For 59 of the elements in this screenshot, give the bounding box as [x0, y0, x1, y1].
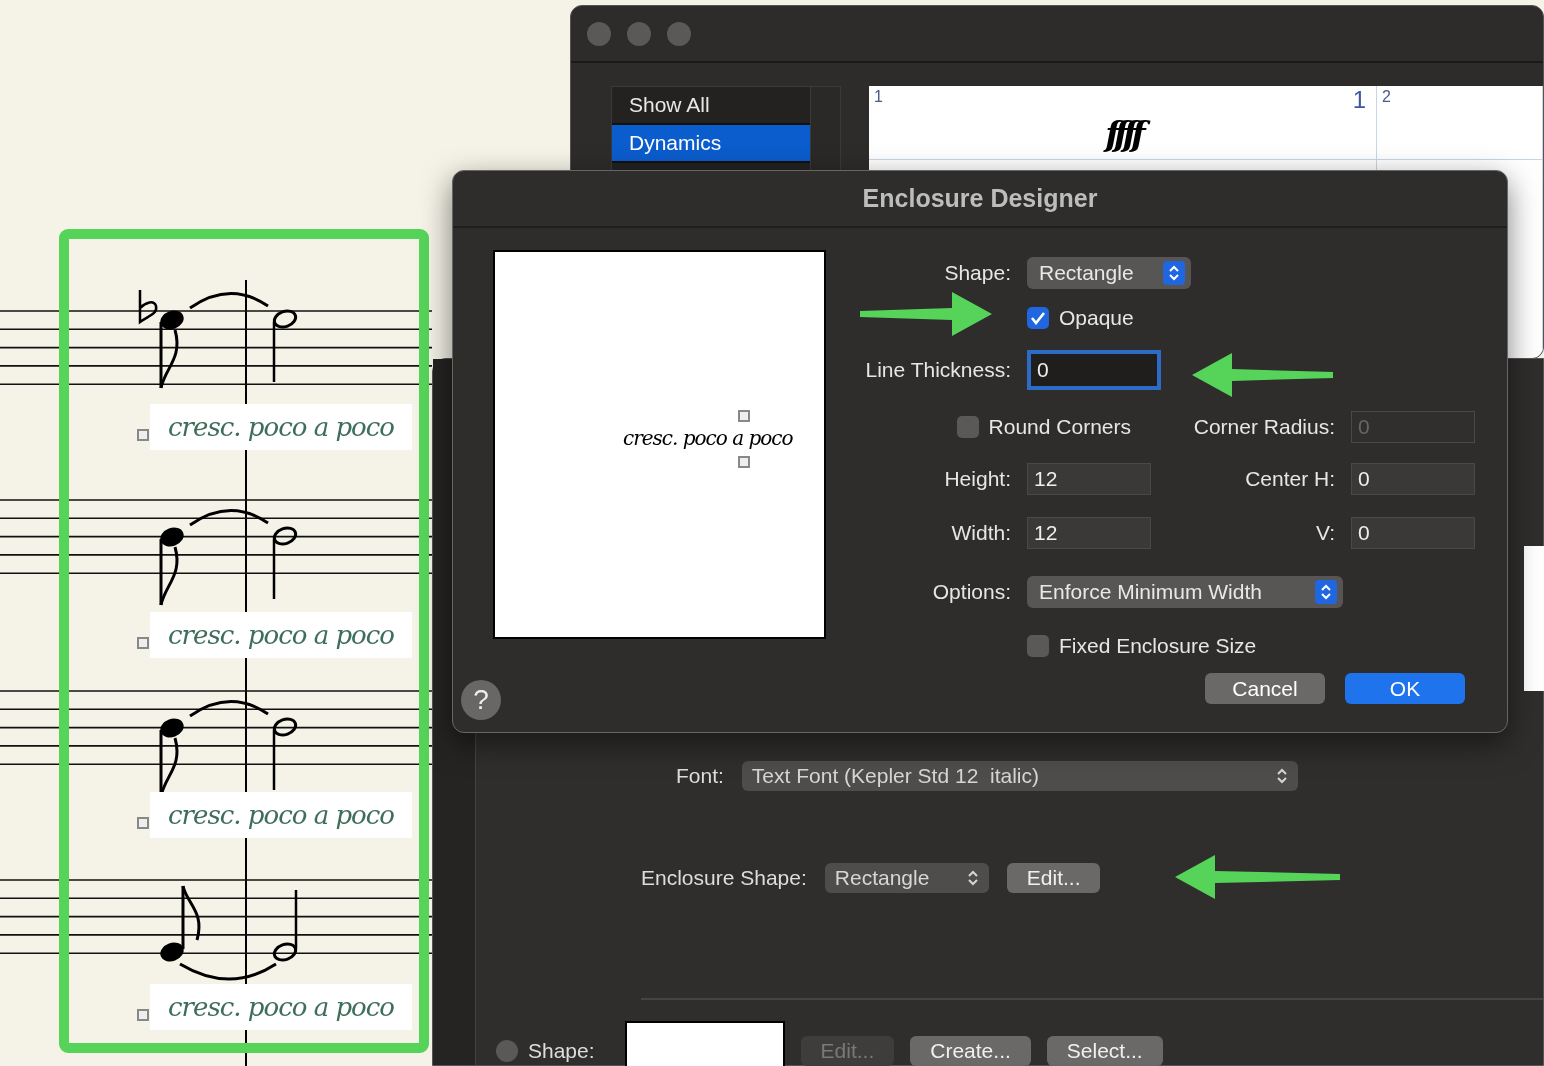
field-label: V: — [1315, 521, 1335, 545]
expression-marking[interactable]: cresc. poco a poco — [150, 792, 412, 838]
options-popup[interactable]: Enforce Minimum Width — [1027, 576, 1343, 608]
dynamic-symbol: ffff — [869, 114, 1376, 154]
expression-marking[interactable]: cresc. poco a poco — [150, 984, 412, 1030]
center-h-field[interactable]: 0 — [1351, 463, 1475, 495]
cell-number: 2 — [1382, 88, 1391, 106]
action-button[interactable]: Select... — [1046, 1036, 1163, 1066]
shape-radio[interactable] — [496, 1040, 518, 1062]
width-field[interactable]: 12 — [1027, 517, 1151, 549]
line-thickness-field[interactable]: 0 — [1027, 350, 1161, 390]
stepper-icon — [1275, 767, 1288, 785]
checkbox-label: Round Corners — [988, 415, 1131, 439]
checkbox-label: Fixed Enclosure Size — [1059, 634, 1257, 658]
field-label: Shape: — [528, 1039, 595, 1063]
close-button[interactable] — [587, 21, 611, 46]
field-label: Corner Radius: — [1193, 415, 1335, 439]
handle-square[interactable] — [738, 456, 750, 468]
stepper-icon — [1320, 583, 1332, 601]
palette-cell[interactable]: 2 — [1377, 86, 1543, 160]
handle-square[interactable] — [137, 637, 149, 649]
stepper-icon — [966, 869, 979, 887]
shape-popup[interactable]: Rectangle — [824, 863, 989, 893]
zoom-button[interactable] — [667, 21, 691, 46]
action-button[interactable]: Create... — [910, 1036, 1031, 1066]
handle-square[interactable] — [137, 1009, 149, 1021]
shortcut-number: 1 — [1352, 86, 1366, 114]
checkbox[interactable] — [956, 416, 979, 438]
field-label: Width: — [951, 521, 1011, 545]
preview-text: cresc. poco a poco — [623, 426, 793, 450]
checkbox[interactable] — [1027, 307, 1049, 329]
font-popup[interactable]: Text Font (Kepler Std 12 italic) — [741, 761, 1298, 791]
category-item[interactable]: Dynamics — [612, 125, 810, 163]
field-label: Shape: — [944, 261, 1011, 285]
checkbox-label: Opaque — [1059, 306, 1134, 330]
help-button[interactable]: ? — [461, 680, 501, 720]
field-label: Line Thickness: — [865, 358, 1011, 382]
ok-button[interactable]: OK — [1345, 673, 1465, 704]
shape-popup[interactable]: Rectangle — [1027, 257, 1191, 289]
expression-marking[interactable]: cresc. poco a poco — [150, 612, 412, 658]
field-label: Center H: — [1245, 467, 1335, 491]
field-label: Height: — [944, 467, 1011, 491]
stepper-icon — [1168, 264, 1180, 282]
cancel-button[interactable]: Cancel — [1205, 673, 1325, 704]
v-field[interactable]: 0 — [1351, 517, 1475, 549]
handle-square[interactable] — [738, 410, 750, 422]
dialog-title: Enclosure Designer — [453, 171, 1507, 228]
handle-square[interactable] — [137, 817, 149, 829]
checkbox[interactable] — [1027, 635, 1049, 657]
field-label: Font: — [676, 764, 724, 788]
field-label: Enclosure Shape: — [641, 866, 807, 890]
minimize-button[interactable] — [627, 21, 651, 46]
handle-square[interactable] — [137, 429, 149, 441]
expression-marking[interactable]: cresc. poco a poco — [150, 404, 412, 450]
edit-button[interactable]: Edit... — [1006, 863, 1101, 893]
palette-cell[interactable]: 1 1 ffff — [869, 86, 1377, 160]
height-field[interactable]: 12 — [1027, 463, 1151, 495]
cell-number: 1 — [874, 88, 883, 106]
field-label: Options: — [932, 580, 1011, 604]
